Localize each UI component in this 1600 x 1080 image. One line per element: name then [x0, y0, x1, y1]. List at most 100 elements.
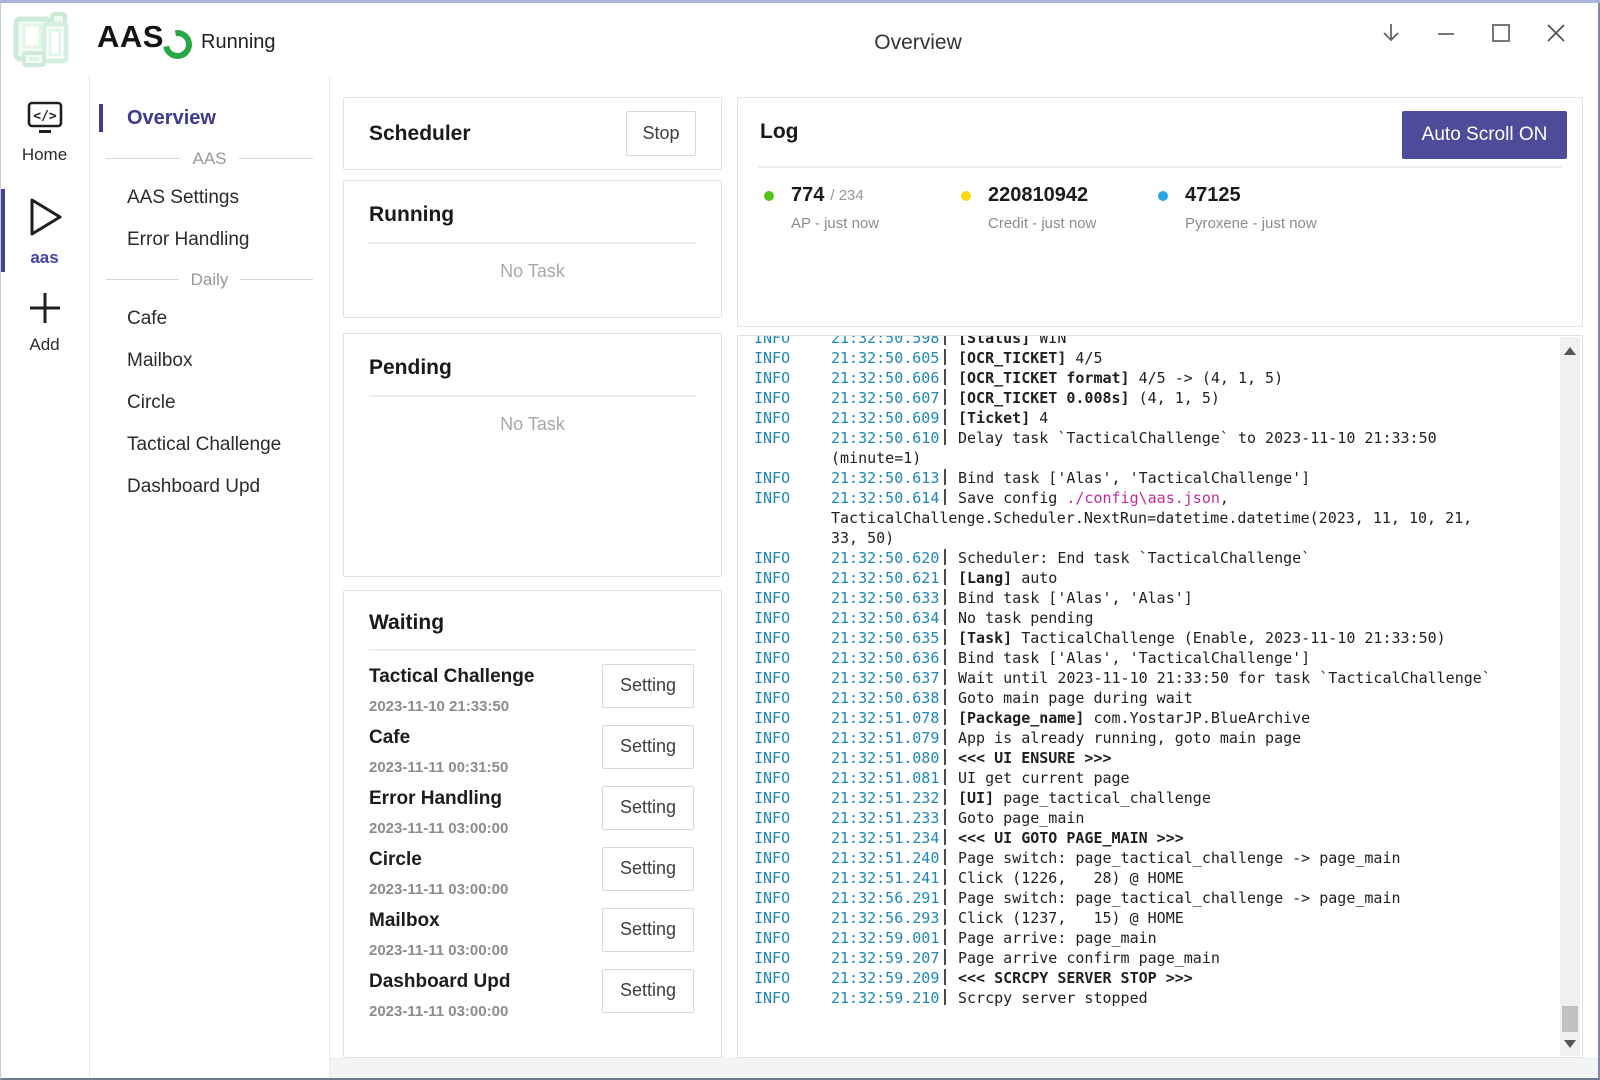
nav-item-dashboard-upd[interactable]: Dashboard Upd — [90, 466, 329, 508]
log-message: Bind task ['Alas', 'Alas'] — [958, 589, 1193, 607]
scrollbar-thumb[interactable] — [1562, 1006, 1578, 1032]
log-timestamp: 21:32:50.598 — [831, 335, 943, 348]
rail-aas-label: aas — [0, 248, 89, 268]
rail-add-label: Add — [0, 335, 89, 355]
setting-button[interactable]: Setting — [602, 664, 694, 708]
log-message: [OCR_TICKET] 4/5 — [958, 349, 1103, 367]
scroll-down-arrow-icon[interactable] — [1564, 1040, 1576, 1048]
log-timestamp: 21:32:51.241 — [831, 868, 943, 888]
nav-item-aas-settings[interactable]: AAS Settings — [90, 177, 329, 219]
stop-button[interactable]: Stop — [626, 111, 696, 156]
log-separator — [944, 829, 946, 845]
maximize-icon[interactable] — [1489, 21, 1513, 45]
log-timestamp: 21:32:51.234 — [831, 828, 943, 848]
log-line: INFO21:32:50.605[OCR_TICKET] 4/5 — [754, 348, 1582, 368]
waiting-item: Mailbox2023-11-11 03:00:00Setting — [369, 899, 696, 960]
log-message: No task pending — [958, 609, 1093, 627]
log-header-divider — [758, 166, 1562, 168]
log-line: TacticalChallenge.Scheduler.NextRun=date… — [754, 508, 1582, 528]
log-separator — [944, 689, 946, 705]
log-separator — [944, 589, 946, 605]
app-logo-icon — [12, 11, 72, 69]
nav-group-divider: AAS — [90, 140, 329, 177]
log-timestamp: 21:32:50.638 — [831, 688, 943, 708]
log-line: INFO21:32:51.241Click (1226, 28) @ HOME — [754, 868, 1582, 888]
log-timestamp: 21:32:51.240 — [831, 848, 943, 868]
log-stat: 774/ 234AP - just now — [764, 184, 961, 232]
log-level: INFO — [754, 488, 831, 508]
log-message: [Lang] auto — [958, 569, 1057, 587]
log-separator — [944, 489, 946, 505]
log-timestamp: 21:32:51.233 — [831, 808, 943, 828]
setting-button[interactable]: Setting — [602, 847, 694, 891]
scheduler-status: Running — [201, 31, 276, 54]
log-level: INFO — [754, 688, 831, 708]
minimize-icon[interactable] — [1434, 21, 1458, 45]
log-message: <<< UI ENSURE >>> — [958, 749, 1112, 767]
nav-group-divider: Daily — [90, 261, 329, 298]
log-line: INFO21:32:51.240Page switch: page_tactic… — [754, 848, 1582, 868]
auto-scroll-button[interactable]: Auto Scroll ON — [1402, 111, 1567, 159]
window-controls — [1379, 21, 1568, 45]
log-separator — [944, 809, 946, 825]
log-message: Bind task ['Alas', 'TacticalChallenge'] — [958, 649, 1310, 667]
setting-button[interactable]: Setting — [602, 969, 694, 1013]
titlebar: AAS Running Overview — [0, 3, 1600, 75]
log-message: Wait until 2023-11-10 21:33:50 for task … — [958, 669, 1491, 687]
log-line: INFO21:32:50.609[Ticket] 4 — [754, 408, 1582, 428]
nav-item-error-handling[interactable]: Error Handling — [90, 219, 329, 261]
nav-item-cafe[interactable]: Cafe — [90, 298, 329, 340]
log-title: Log — [760, 120, 798, 144]
log-level: INFO — [754, 348, 831, 368]
setting-button[interactable]: Setting — [602, 908, 694, 952]
nav-item-mailbox[interactable]: Mailbox — [90, 340, 329, 382]
log-separator — [944, 849, 946, 865]
setting-button[interactable]: Setting — [602, 786, 694, 830]
log-line: INFO21:32:51.234<<< UI GOTO PAGE_MAIN >>… — [754, 828, 1582, 848]
log-line: (minute=1) — [754, 448, 1582, 468]
setting-button[interactable]: Setting — [602, 725, 694, 769]
log-message: [Ticket] 4 — [958, 409, 1048, 427]
log-level: INFO — [754, 588, 831, 608]
log-level: INFO — [754, 788, 831, 808]
log-separator — [944, 869, 946, 885]
rail-item-home[interactable]: </> Home — [0, 100, 89, 165]
stat-label: Pyroxene - just now — [1185, 215, 1355, 232]
window-top-accent — [0, 0, 1600, 3]
log-scrollbar[interactable] — [1560, 337, 1580, 1056]
log-separator — [944, 569, 946, 585]
log-level: INFO — [754, 428, 831, 448]
log-message: [OCR_TICKET format] 4/5 -> (4, 1, 5) — [958, 369, 1283, 387]
log-level: INFO — [754, 468, 831, 488]
nav-group-label: Daily — [191, 270, 229, 290]
horizontal-scrollbar[interactable] — [330, 1057, 1598, 1078]
running-card: Running No Task — [343, 180, 722, 318]
log-level: INFO — [754, 628, 831, 648]
log-line: INFO21:32:50.620Scheduler: End task `Tac… — [754, 548, 1582, 568]
pending-card: Pending No Task — [343, 333, 722, 577]
nav-item-circle[interactable]: Circle — [90, 382, 329, 424]
home-monitor-icon: </> — [25, 100, 65, 136]
rail-item-aas[interactable]: aas — [0, 189, 89, 272]
log-separator — [944, 349, 946, 365]
log-line: INFO21:32:50.633Bind task ['Alas', 'Alas… — [754, 588, 1582, 608]
download-arrow-icon[interactable] — [1379, 21, 1403, 45]
log-message: [OCR_TICKET 0.008s] (4, 1, 5) — [958, 389, 1220, 407]
log-level: INFO — [754, 388, 831, 408]
nav-item-tactical-challenge[interactable]: Tactical Challenge — [90, 424, 329, 466]
log-stats: 774/ 234AP - just now220810942Credit - j… — [764, 184, 1355, 232]
log-line: 33, 50) — [754, 528, 1582, 548]
nav-item-overview[interactable]: Overview — [90, 96, 329, 140]
log-output-card[interactable]: INFO21:32:50.598[Status] WININFO21:32:50… — [737, 335, 1583, 1058]
scroll-up-arrow-icon[interactable] — [1564, 347, 1576, 355]
log-message: Scrcpy server stopped — [958, 989, 1148, 1007]
rail-item-add[interactable]: Add — [0, 290, 89, 355]
log-separator — [944, 649, 946, 665]
log-level: INFO — [754, 928, 831, 948]
nav-sidebar: Overview AASAAS SettingsError Handling Da… — [90, 75, 330, 1080]
log-timestamp: 21:32:56.291 — [831, 888, 943, 908]
stat-dot-icon — [764, 191, 774, 201]
log-line: INFO21:32:56.293Click (1237, 15) @ HOME — [754, 908, 1582, 928]
log-timestamp: 21:32:50.610 — [831, 428, 943, 448]
close-icon[interactable] — [1544, 21, 1568, 45]
